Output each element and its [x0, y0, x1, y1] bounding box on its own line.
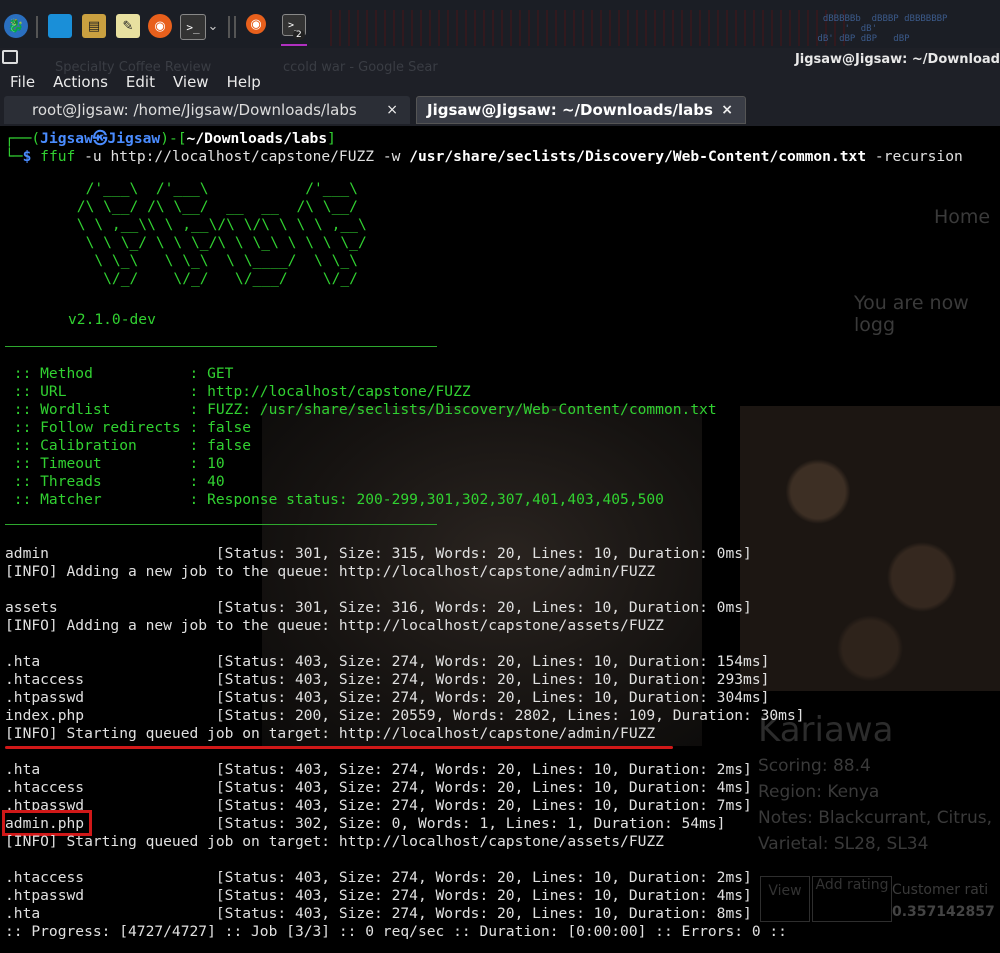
dropdown-arrow-icon[interactable]: ⌄ — [206, 14, 220, 38]
taskbar-separator — [234, 16, 236, 38]
menu-edit[interactable]: Edit — [126, 73, 155, 91]
taskbar: dBBBBBb dBBBP dBBBBBBP ' dB' dB' dBP dBP… — [0, 0, 1000, 49]
window-title: Jigsaw@Jigsaw: ~/Download — [794, 52, 1000, 67]
result-line: .hta [Status: 403, Size: 274, Words: 20,… — [5, 905, 752, 922]
config-wordlist: :: Wordlist : FUZZ: /usr/share/seclists/… — [5, 401, 717, 418]
config-timeout: :: Timeout : 10 — [5, 455, 225, 472]
result-line: .hta [Status: 403, Size: 274, Words: 20,… — [5, 653, 770, 670]
config-url: :: URL : http://localhost/capstone/FUZZ — [5, 383, 471, 400]
text-editor-icon[interactable]: ✎ — [116, 14, 140, 38]
annotation-red-underline — [5, 746, 673, 749]
command-args: -recursion — [874, 148, 963, 165]
command-name: ffuf — [40, 148, 76, 165]
command-line: └─$ ffuf -u http://localhost/capstone/FU… — [5, 148, 963, 166]
ffuf-ascii-banner: /'___\ /'___\ /'___\ /\ \__/ /\ \__/ __ … — [76, 180, 367, 287]
ghost-browser-tab: ccold war - Google Sear — [283, 60, 438, 75]
background-customer-value: 0.357142857 — [892, 904, 995, 920]
config-method: :: Method : GET — [5, 365, 234, 382]
config-matcher: :: Matcher : Response status: 200-299,30… — [5, 491, 664, 508]
result-line: .htpasswd [Status: 403, Size: 274, Words… — [5, 887, 752, 904]
terminal-output[interactable]: Home You are now logg Kariawa Scoring: 8… — [0, 126, 1000, 953]
active-window-indicator — [281, 44, 307, 46]
result-line: assets [Status: 301, Size: 316, Words: 2… — [5, 599, 752, 616]
mouse-cursor-icon — [2, 50, 18, 64]
menu-help[interactable]: Help — [227, 73, 261, 91]
result-line: admin [Status: 301, Size: 315, Words: 20… — [5, 545, 752, 562]
command-wordlist: /usr/share/seclists/Discovery/Web-Conten… — [409, 148, 867, 165]
result-line: .htpasswd [Status: 403, Size: 274, Words… — [5, 689, 770, 706]
progress-line: :: Progress: [4727/4727] :: Job [3/3] ::… — [5, 923, 787, 940]
taskbar-separator — [228, 16, 230, 38]
prompt-dollar: $ — [22, 148, 32, 165]
ffuf-version: v2.1.0-dev — [68, 311, 156, 328]
result-line: .htaccess [Status: 403, Size: 274, Words… — [5, 671, 770, 688]
taskbar-separator — [36, 16, 38, 38]
tab-title: Jigsaw@Jigsaw: ~/Downloads/labs — [427, 101, 713, 119]
tab-jigsaw-terminal[interactable]: Jigsaw@Jigsaw: ~/Downloads/labs × — [416, 96, 746, 124]
tab-title: root@Jigsaw: /home/Jigsaw/Downloads/labs — [32, 101, 357, 119]
close-icon[interactable]: × — [386, 102, 398, 118]
info-line: [INFO] Adding a new job to the queue: ht… — [5, 617, 664, 634]
close-icon[interactable]: × — [721, 102, 733, 118]
terminal-icon[interactable]: >_ — [180, 14, 206, 40]
info-line: [INFO] Adding a new job to the queue: ht… — [5, 563, 656, 580]
background-coffee-image — [740, 406, 1000, 691]
result-line: .hta [Status: 403, Size: 274, Words: 20,… — [5, 761, 752, 778]
prompt-frame: )-[ — [160, 130, 187, 147]
result-line: index.php [Status: 200, Size: 20559, Wor… — [5, 707, 805, 724]
background-add-rating-button: Add rating — [812, 876, 892, 922]
prompt-frame: └─ — [5, 148, 23, 165]
wallpaper-ascii-art: dBBBBBb dBBBP dBBBBBBP ' dB' dB' dBP dBP… — [817, 14, 948, 44]
background-notes: Notes: Blackcurrant, Citrus, — [758, 808, 992, 828]
background-logged-in-text: You are now logg — [854, 292, 969, 336]
result-line-admin-php: admin.php [Status: 302, Size: 0, Words: … — [5, 815, 726, 832]
result-line: .htpasswd [Status: 403, Size: 274, Words… — [5, 797, 752, 814]
background-nav-home: Home — [934, 206, 991, 228]
info-line: [INFO] Starting queued job on target: ht… — [5, 725, 656, 742]
background-varietal: Varietal: SL28, SL34 — [758, 834, 929, 854]
prompt-line: ┌──(Jigsaw㉿Jigsaw)-[~/Downloads/labs] — [5, 130, 336, 148]
terminal-window-count-badge: 2 — [293, 30, 305, 40]
divider — [5, 524, 437, 525]
menu-file[interactable]: File — [10, 73, 35, 91]
wallpaper-art — [330, 10, 850, 46]
background-view-button: View — [760, 876, 810, 922]
config-calibration: :: Calibration : false — [5, 437, 252, 454]
config-follow-redirects: :: Follow redirects : false — [5, 419, 252, 436]
tab-root-terminal[interactable]: root@Jigsaw: /home/Jigsaw/Downloads/labs… — [4, 96, 410, 124]
file-manager-icon[interactable]: ▤ — [82, 14, 106, 38]
show-desktop-icon[interactable] — [48, 14, 72, 38]
kali-dragon-icon[interactable]: 🐉 — [4, 14, 28, 38]
prompt-frame: ┌──( — [5, 130, 41, 147]
prompt-user: Jigsaw㉿Jigsaw — [40, 130, 161, 147]
firefox-icon[interactable]: ◉ — [148, 14, 172, 38]
result-line: .htaccess [Status: 403, Size: 274, Words… — [5, 779, 752, 796]
background-customer-label: Customer rati — [892, 882, 989, 898]
prompt-path: ~/Downloads/labs — [186, 130, 328, 147]
menu-actions[interactable]: Actions — [53, 73, 108, 91]
menu-view[interactable]: View — [173, 73, 209, 91]
divider — [5, 346, 437, 347]
menu: File Actions Edit View Help — [10, 73, 261, 91]
info-line: [INFO] Starting queued job on target: ht… — [5, 833, 664, 850]
firefox-window-icon[interactable]: ◉ — [246, 14, 266, 34]
background-scoring: Scoring: 88.4 — [758, 756, 871, 776]
command-args: -u http://localhost/capstone/FUZZ -w — [84, 148, 401, 165]
result-line: .htaccess [Status: 403, Size: 274, Words… — [5, 869, 752, 886]
background-region: Region: Kenya — [758, 782, 880, 802]
config-threads: :: Threads : 40 — [5, 473, 225, 490]
prompt-frame: ] — [327, 130, 336, 147]
